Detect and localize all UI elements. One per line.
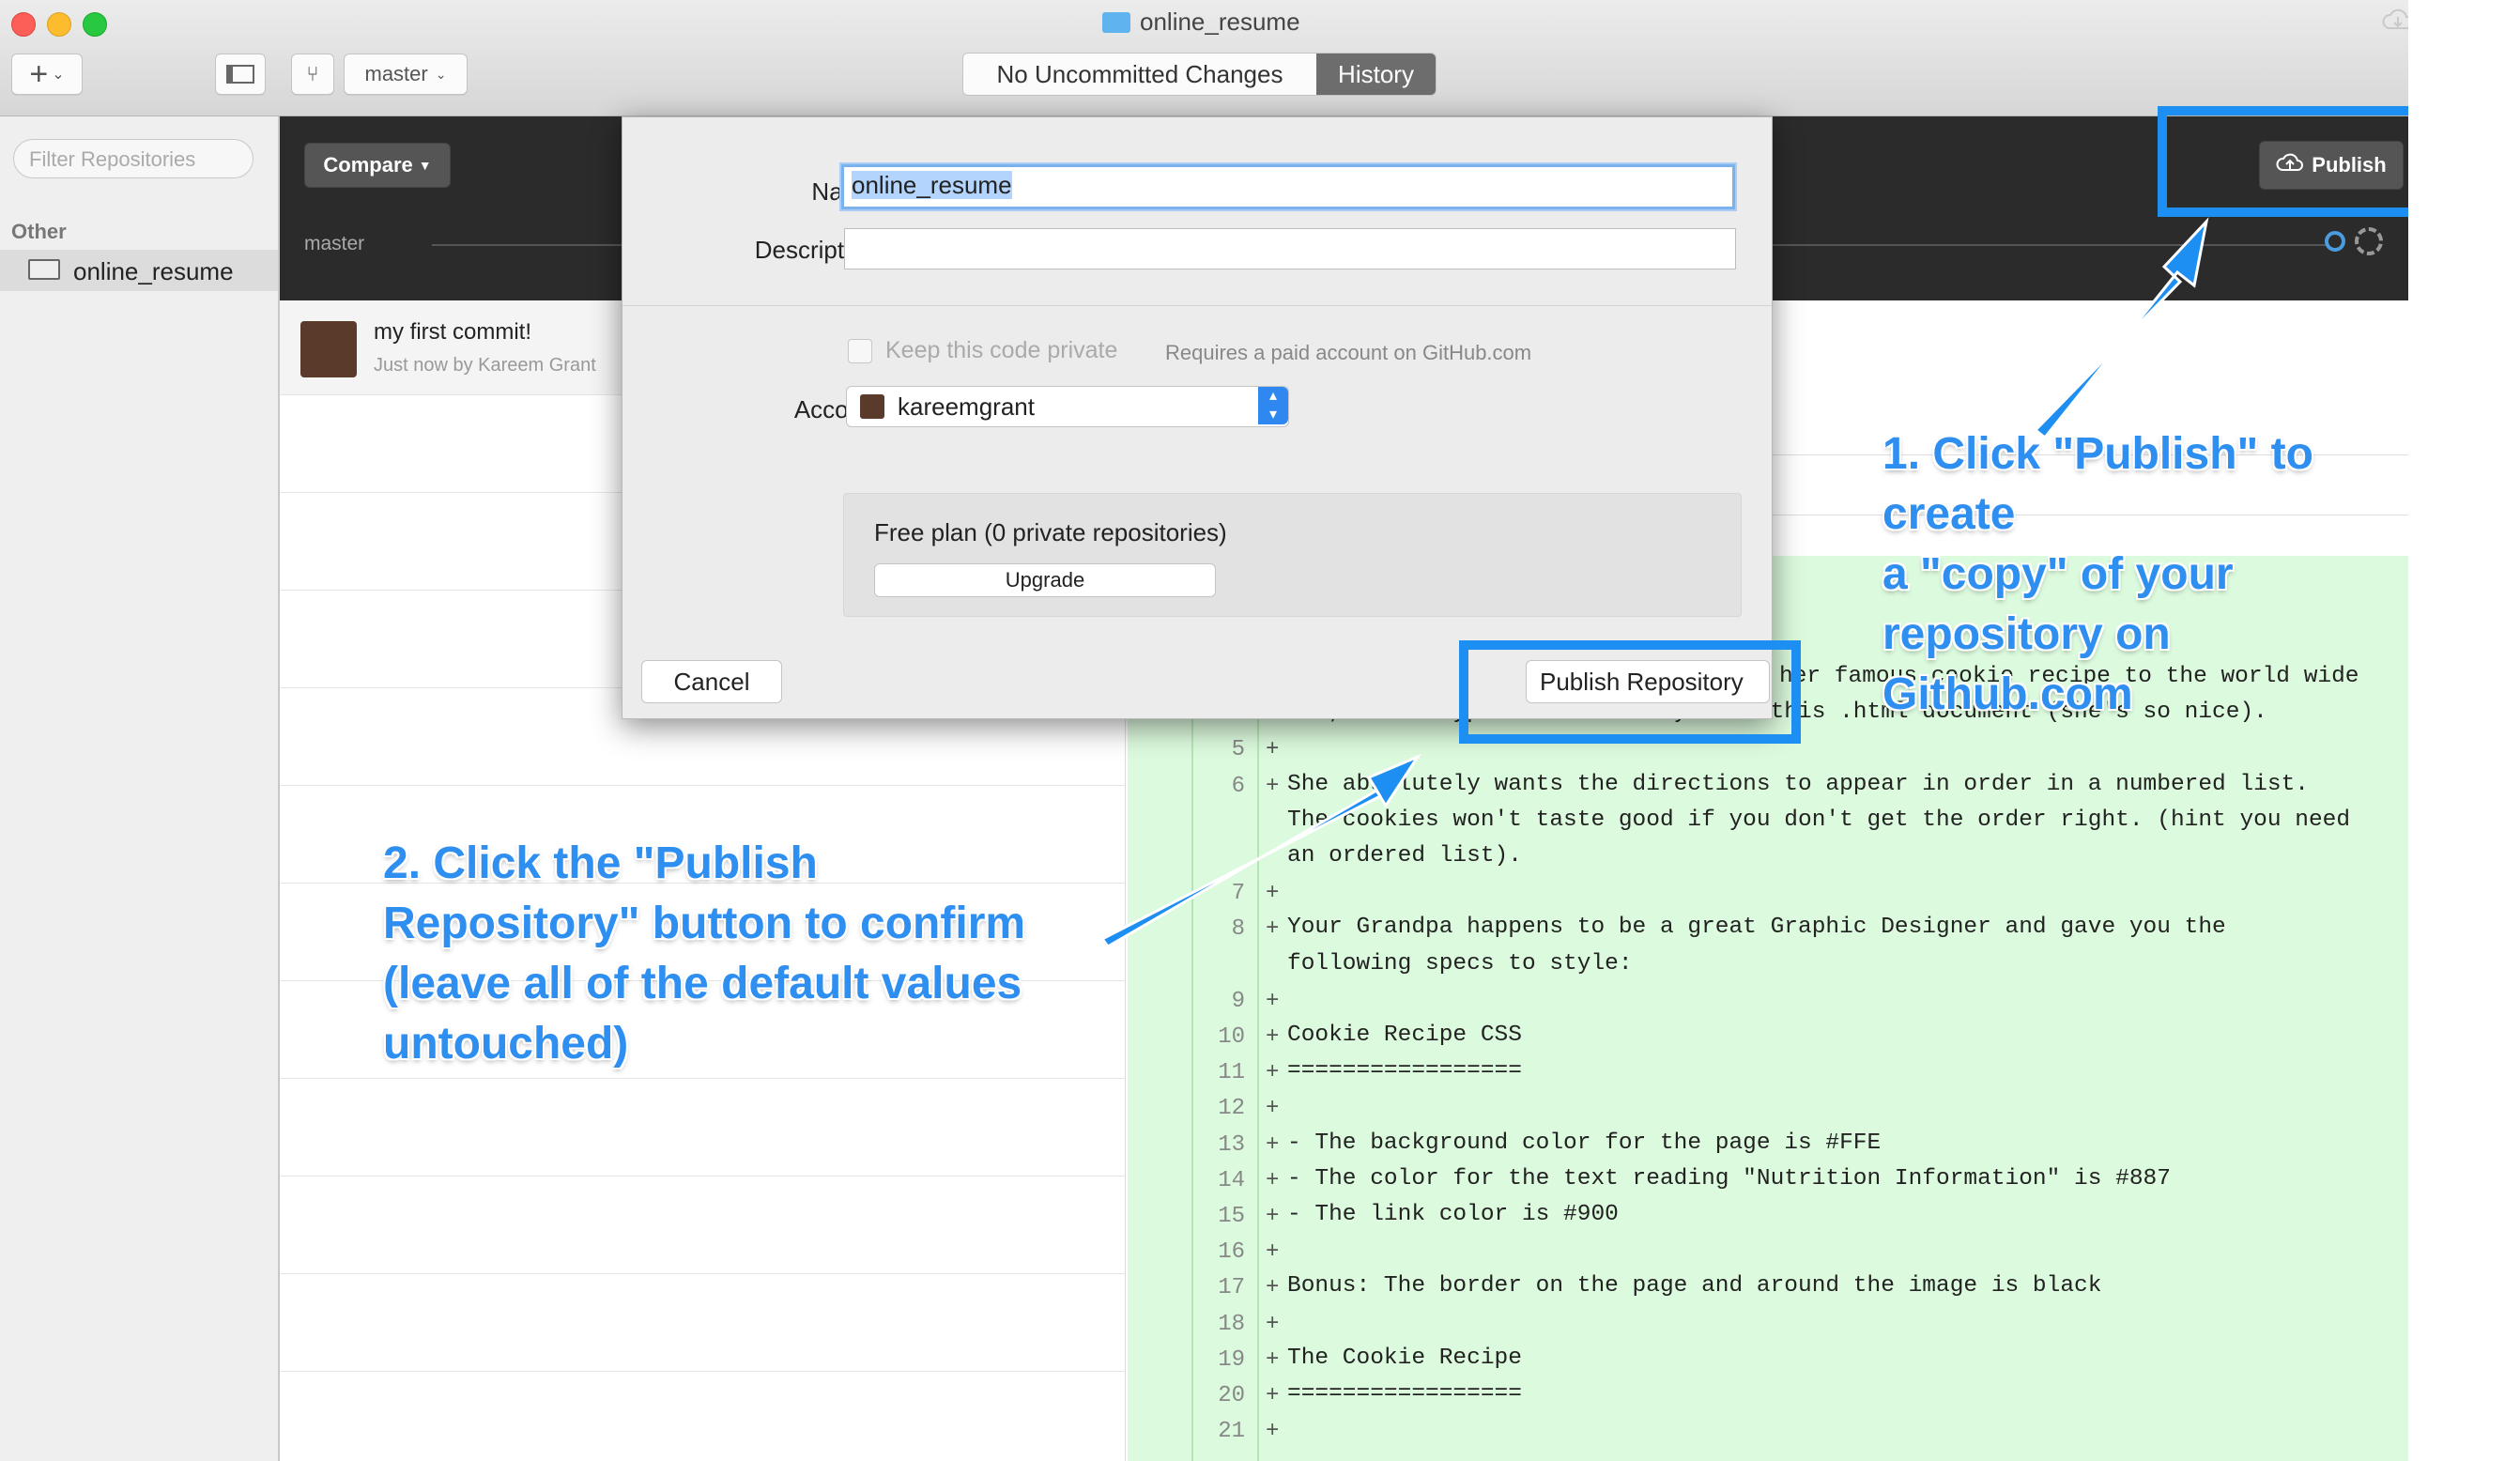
app-window: online_resume + ⌄ ⑂ master ⌄ No Uncommit…	[0, 0, 2408, 1461]
annotation-step-1: 1. Click "Publish" to create a "copy" of…	[1882, 429, 2313, 719]
arrow-to-publish-icon	[2033, 217, 2209, 440]
arrow-to-publish-repository-icon	[1099, 753, 1421, 948]
annotation-arrows	[1099, 217, 2209, 948]
annotation-step-2: 2. Click the "Publish Repository" button…	[383, 838, 1026, 1069]
